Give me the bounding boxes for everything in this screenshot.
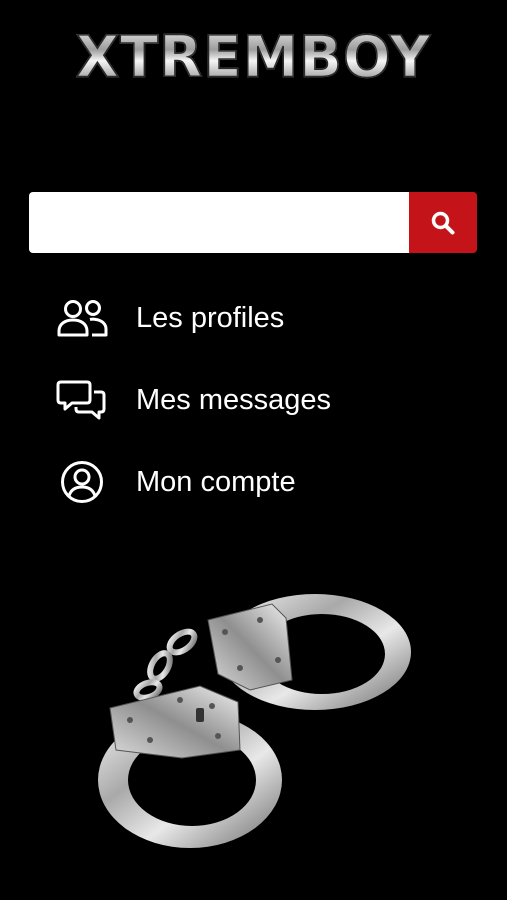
chat-bubbles-icon (56, 378, 108, 422)
menu-item-label: Les profiles (136, 301, 285, 334)
menu-item-label: Mes messages (136, 383, 332, 416)
menu-item-profiles[interactable]: Les profiles (0, 286, 507, 350)
app-logo: XTREMBOY (0, 22, 507, 92)
menu-item-messages[interactable]: Mes messages (0, 368, 507, 432)
menu-item-account[interactable]: Mon compte (0, 450, 507, 514)
search-icon (431, 211, 455, 234)
handcuffs-image (98, 594, 411, 848)
menu-item-label: Mon compte (136, 465, 296, 498)
users-icon (56, 296, 108, 340)
account-icon (56, 460, 108, 504)
main-menu: Les profiles Mes messages Mon compte (0, 286, 507, 532)
search-bar (29, 192, 477, 253)
logo-text: XTREMBOY (75, 23, 432, 91)
search-input[interactable] (29, 192, 409, 253)
search-button[interactable] (409, 192, 477, 253)
